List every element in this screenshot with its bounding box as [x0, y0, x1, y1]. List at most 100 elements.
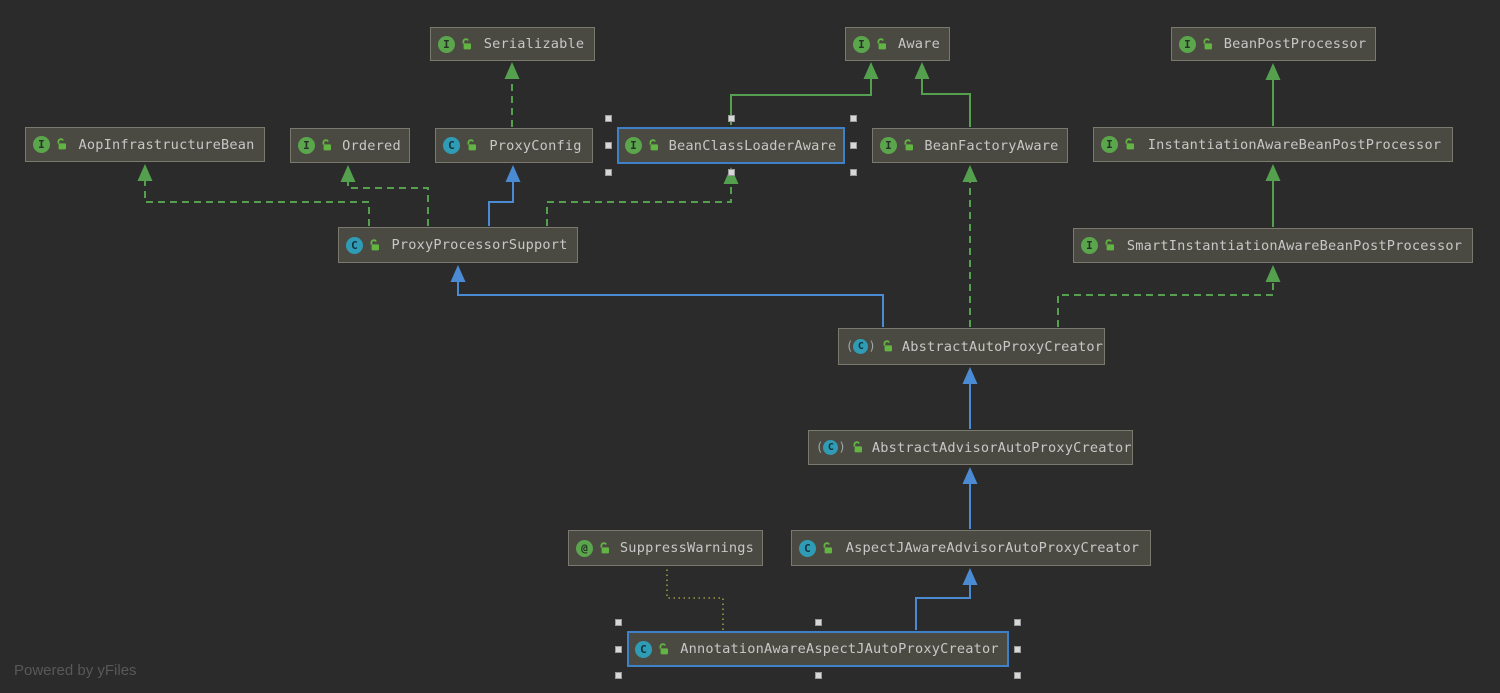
public-lock-icon: [875, 38, 888, 51]
selection-handle[interactable]: [815, 619, 822, 626]
selection-handle[interactable]: [615, 619, 622, 626]
node-bean-factory-aware[interactable]: I BeanFactoryAware: [872, 128, 1068, 163]
abstract-class-icon: C: [853, 339, 868, 354]
class-icon: C: [635, 641, 652, 658]
node-icons: C: [799, 540, 834, 557]
node-icons: C: [443, 137, 478, 154]
node-icons: I: [298, 137, 333, 154]
node-icons: I: [1101, 136, 1136, 153]
public-lock-icon: [647, 139, 660, 152]
node-icons: I: [1081, 237, 1116, 254]
selection-handle[interactable]: [728, 115, 735, 122]
interface-icon: I: [853, 36, 870, 53]
node-aop-infrastructure-bean[interactable]: I AopInfrastructureBean: [25, 127, 265, 162]
public-lock-icon: [657, 643, 670, 656]
node-bean-class-loader-aware[interactable]: I BeanClassLoaderAware: [617, 127, 845, 164]
interface-icon: I: [1179, 36, 1196, 53]
class-icon: C: [443, 137, 460, 154]
node-instantiation-aware-bean-post-processor[interactable]: IInstantiationAwareBeanPostProcessor: [1093, 127, 1453, 162]
yfiles-attribution: Powered by yFiles: [14, 662, 137, 679]
edge-extends-annotation_aware_aspectj_auto_proxy_creator-to-aspectj_aware_advisor_auto_proxy_creator: [916, 570, 970, 630]
node-icons: C: [346, 237, 381, 254]
node-icons: (C): [816, 439, 864, 456]
public-lock-icon: [465, 139, 478, 152]
class-name-label: AbstractAutoProxyCreator: [902, 339, 1103, 355]
node-abstract-advisor-auto-proxy-creator[interactable]: (C)AbstractAdvisorAutoProxyCreator: [808, 430, 1133, 465]
node-icons: I: [853, 36, 888, 53]
selection-handle[interactable]: [850, 169, 857, 176]
selection-handle[interactable]: [605, 142, 612, 149]
annotation-icon: @: [576, 540, 593, 557]
node-abstract-auto-proxy-creator[interactable]: (C) AbstractAutoProxyCreator: [838, 328, 1105, 365]
public-lock-icon: [368, 239, 381, 252]
class-name-label: BeanFactoryAware: [923, 138, 1060, 154]
edge-implements-proxy_processor_support-to-ordered: [348, 167, 428, 226]
selection-handle[interactable]: [850, 115, 857, 122]
class-name-label: BeanClassLoaderAware: [668, 138, 837, 154]
paren: (: [816, 439, 823, 456]
class-name-label: SmartInstantiationAwareBeanPostProcessor: [1124, 238, 1465, 254]
interface-icon: I: [438, 36, 455, 53]
public-lock-icon: [902, 139, 915, 152]
class-name-label: Serializable: [481, 36, 587, 52]
class-name-label: Ordered: [341, 138, 402, 154]
public-lock-icon: [598, 542, 611, 555]
interface-icon: I: [298, 137, 315, 154]
selection-handle[interactable]: [605, 115, 612, 122]
class-name-label: ProxyConfig: [486, 138, 585, 154]
edge-implements-proxy_processor_support-to-bean_class_loader_aware: [547, 169, 731, 226]
selection-handle[interactable]: [615, 672, 622, 679]
class-name-label: BeanPostProcessor: [1222, 36, 1368, 52]
diagram-canvas[interactable]: Powered by yFiles I Serializable I Aware I Be…: [0, 0, 1500, 693]
edge-extends-bean_factory_aware-to-aware: [922, 64, 970, 127]
class-name-label: AnnotationAwareAspectJAutoProxyCreator: [678, 641, 1001, 657]
public-lock-icon: [851, 441, 864, 454]
selection-handle[interactable]: [850, 142, 857, 149]
node-icons: I: [625, 137, 660, 154]
node-proxy-processor-support[interactable]: C ProxyProcessorSupport: [338, 227, 578, 263]
class-name-label: ProxyProcessorSupport: [389, 237, 570, 253]
selection-handle[interactable]: [605, 169, 612, 176]
selection-handle[interactable]: [728, 169, 735, 176]
node-icons: I: [1179, 36, 1214, 53]
class-name-label: SuppressWarnings: [619, 540, 755, 556]
node-icons: @: [576, 540, 611, 557]
abstract-class-icon: (C): [846, 338, 876, 355]
node-aspectj-aware-advisor-auto-proxy-creator[interactable]: CAspectJAwareAdvisorAutoProxyCreator: [791, 530, 1151, 566]
node-ordered[interactable]: I Ordered: [290, 128, 410, 163]
abstract-class-icon: C: [823, 440, 838, 455]
public-lock-icon: [821, 542, 834, 555]
edge-implements-proxy_processor_support-to-aop_infrastructure_bean: [145, 166, 369, 226]
selection-handle[interactable]: [1014, 672, 1021, 679]
interface-icon: I: [33, 136, 50, 153]
public-lock-icon: [320, 139, 333, 152]
selection-handle[interactable]: [1014, 619, 1021, 626]
interface-icon: I: [1081, 237, 1098, 254]
node-aware[interactable]: I Aware: [845, 27, 950, 61]
selection-handle[interactable]: [815, 672, 822, 679]
interface-icon: I: [880, 137, 897, 154]
edge-layer: [0, 0, 1500, 693]
interface-icon: I: [625, 137, 642, 154]
abstract-class-icon: (C): [816, 439, 846, 456]
selection-handle[interactable]: [1014, 646, 1021, 653]
node-icons: C: [635, 641, 670, 658]
node-icons: I: [438, 36, 473, 53]
public-lock-icon: [881, 340, 894, 353]
class-icon: C: [799, 540, 816, 557]
node-proxy-config[interactable]: C ProxyConfig: [435, 128, 593, 163]
class-name-label: AopInfrastructureBean: [76, 137, 257, 153]
public-lock-icon: [1123, 138, 1136, 151]
node-bean-post-processor[interactable]: I BeanPostProcessor: [1171, 27, 1376, 61]
public-lock-icon: [1201, 38, 1214, 51]
node-suppress-warnings[interactable]: @ SuppressWarnings: [568, 530, 763, 566]
node-smart-instantiation-aware-bean-post-processor[interactable]: I SmartInstantiationAwareBeanPostProcesso…: [1073, 228, 1473, 263]
node-serializable[interactable]: I Serializable: [430, 27, 595, 61]
edge-extends-abstract_auto_proxy_creator-to-proxy_processor_support: [458, 267, 883, 327]
selection-handle[interactable]: [615, 646, 622, 653]
interface-icon: I: [1101, 136, 1118, 153]
class-name-label: Aware: [896, 36, 942, 52]
edge-uses-annotation-annotation_aware_aspectj_auto_proxy_creator-to-suppress_warnings: [667, 568, 723, 630]
edge-extends-proxy_processor_support-to-proxy_config: [489, 167, 513, 226]
node-annotation-aware-aspectj-auto-proxy-creator[interactable]: C AnnotationAwareAspectJAutoProxyCreator: [627, 631, 1009, 667]
